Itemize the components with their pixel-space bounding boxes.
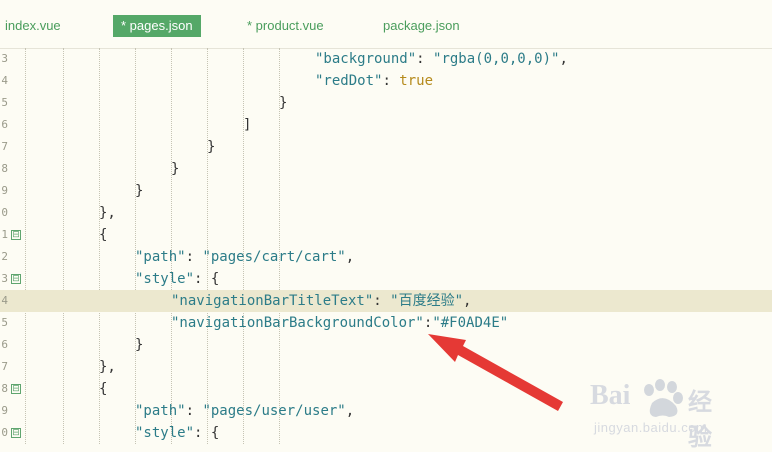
code-line[interactable]: 6 ] bbox=[0, 114, 772, 136]
line-number: 4 bbox=[1, 294, 8, 307]
code-text: "path": "pages/user/user", bbox=[135, 403, 355, 419]
line-number: 8 bbox=[1, 382, 8, 395]
code-text: "redDot": true bbox=[315, 73, 434, 89]
code-text: } bbox=[207, 139, 216, 155]
code-text: "path": "pages/cart/cart", bbox=[135, 249, 355, 265]
tab-product-vue[interactable]: * product.vue bbox=[247, 15, 324, 37]
line-number: 0 bbox=[1, 426, 8, 439]
code-text: "navigationBarBackgroundColor":"#F0AD4E" bbox=[171, 315, 509, 331]
tab-package-json[interactable]: package.json bbox=[383, 15, 460, 37]
watermark-url: jingyan.baidu.com bbox=[594, 420, 708, 435]
code-line[interactable]: 6 } bbox=[0, 334, 772, 356]
line-number: 3 bbox=[1, 52, 8, 65]
line-number: 7 bbox=[1, 360, 8, 373]
watermark-brand-left: Bai bbox=[590, 380, 631, 411]
tab-pages-json[interactable]: * pages.json bbox=[113, 15, 201, 37]
code-text: }, bbox=[99, 359, 116, 375]
code-line[interactable]: 5 } bbox=[0, 92, 772, 114]
line-number: 8 bbox=[1, 162, 8, 175]
line-number: 3 bbox=[1, 272, 8, 285]
fold-toggle-icon[interactable]: ⊟ bbox=[11, 274, 21, 284]
line-number: 5 bbox=[1, 96, 8, 109]
line-number: 9 bbox=[1, 404, 8, 417]
fold-toggle-icon[interactable]: ⊟ bbox=[11, 384, 21, 394]
line-number: 2 bbox=[1, 250, 8, 263]
fold-toggle-icon[interactable]: ⊟ bbox=[11, 428, 21, 438]
code-line[interactable]: 1 ⊟ { bbox=[0, 224, 772, 246]
code-text: "style": { bbox=[135, 271, 220, 287]
line-number: 4 bbox=[1, 74, 8, 87]
code-text: } bbox=[135, 183, 144, 199]
code-line[interactable]: 3 "background": "rgba(0,0,0,0)", bbox=[0, 48, 772, 70]
line-number: 6 bbox=[1, 338, 8, 351]
code-line[interactable]: 7 }, bbox=[0, 356, 772, 378]
editor-tab-bar: index.vue * pages.json * product.vue pac… bbox=[0, 0, 772, 49]
code-text: ] bbox=[243, 117, 252, 133]
code-line[interactable]: 7 } bbox=[0, 136, 772, 158]
code-line-highlighted[interactable]: 4 "navigationBarTitleText": "百度经验", bbox=[0, 290, 772, 312]
code-line[interactable]: 2 "path": "pages/cart/cart", bbox=[0, 246, 772, 268]
code-line[interactable]: 9 } bbox=[0, 180, 772, 202]
code-line[interactable]: 5 "navigationBarBackgroundColor":"#F0AD4… bbox=[0, 312, 772, 334]
code-text: { bbox=[99, 381, 108, 397]
code-text: } bbox=[279, 95, 288, 111]
code-line[interactable]: 3 ⊟ "style": { bbox=[0, 268, 772, 290]
code-text: }, bbox=[99, 205, 116, 221]
code-text: } bbox=[135, 337, 144, 353]
code-text: } bbox=[171, 161, 180, 177]
fold-toggle-icon[interactable]: ⊟ bbox=[11, 230, 21, 240]
line-number: 9 bbox=[1, 184, 8, 197]
line-number: 7 bbox=[1, 140, 8, 153]
code-line[interactable]: 0 }, bbox=[0, 202, 772, 224]
code-line[interactable]: 4 "redDot": true bbox=[0, 70, 772, 92]
code-text: { bbox=[99, 227, 108, 243]
code-text: "style": { bbox=[135, 425, 220, 441]
line-number: 1 bbox=[1, 228, 8, 241]
code-line[interactable]: 8 } bbox=[0, 158, 772, 180]
line-number: 5 bbox=[1, 316, 8, 329]
line-number: 0 bbox=[1, 206, 8, 219]
watermark-brand-right: 经验 bbox=[688, 388, 712, 451]
code-text: "navigationBarTitleText": "百度经验", bbox=[171, 293, 472, 309]
line-number: 6 bbox=[1, 118, 8, 131]
tab-index-vue[interactable]: index.vue bbox=[5, 15, 61, 37]
code-text: "background": "rgba(0,0,0,0)", bbox=[315, 51, 568, 67]
